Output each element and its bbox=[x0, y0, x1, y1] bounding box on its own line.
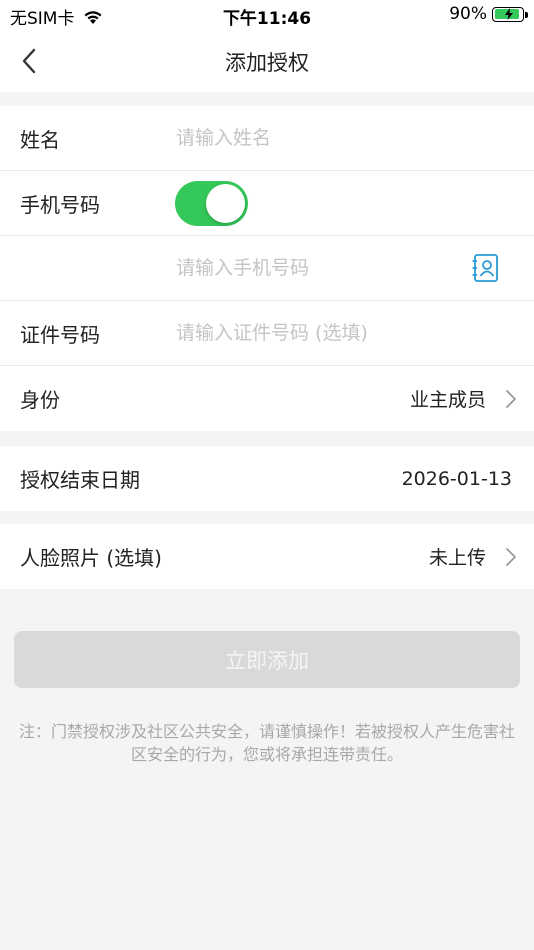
warning-note: 注：门禁授权涉及社区公共安全，请谨慎操作！若被授权人产生危害社区安全的行为，您或… bbox=[18, 722, 515, 764]
charging-bolt-icon bbox=[504, 8, 513, 20]
face-photo-label: 人脸照片 (选填) bbox=[20, 546, 162, 570]
phone-input[interactable] bbox=[176, 248, 474, 288]
chevron-right-icon bbox=[506, 547, 516, 566]
nav-bar: 添加授权 bbox=[0, 30, 534, 92]
status-bar: 无SIM卡 下午11:46 90% bbox=[0, 0, 534, 30]
identity-value: 业主成员 bbox=[409, 389, 486, 411]
battery-level bbox=[494, 8, 519, 20]
chevron-right-icon bbox=[506, 389, 516, 408]
page-title: 添加授权 bbox=[225, 51, 309, 75]
battery-percent: 90% bbox=[449, 4, 487, 24]
face-photo-value: 未上传 bbox=[428, 547, 486, 569]
phone-toggle[interactable] bbox=[175, 180, 248, 226]
battery-icon bbox=[492, 6, 528, 22]
name-label: 姓名 bbox=[20, 127, 60, 152]
identity-row[interactable]: 身份 业主成员 bbox=[0, 366, 534, 431]
contact-card-icon[interactable] bbox=[472, 253, 500, 283]
battery-cap bbox=[525, 11, 528, 18]
face-photo-row[interactable]: 人脸照片 (选填) 未上传 bbox=[0, 524, 534, 589]
end-date-row[interactable]: 授权结束日期 2026-01-13 bbox=[0, 446, 534, 511]
toggle-knob bbox=[206, 183, 245, 223]
form-group-date: 授权结束日期 2026-01-13 bbox=[0, 446, 534, 511]
phone-input-row bbox=[0, 236, 534, 301]
name-row: 姓名 bbox=[0, 106, 534, 171]
id-number-label: 证件号码 bbox=[20, 322, 100, 347]
id-number-row: 证件号码 bbox=[0, 301, 534, 366]
name-input[interactable] bbox=[176, 118, 474, 158]
status-right: 90% bbox=[449, 4, 528, 24]
form-group-person: 姓名 手机号码 证件号码 身份 业主成员 bbox=[0, 106, 534, 431]
phone-row: 手机号码 bbox=[0, 171, 534, 236]
phone-label: 手机号码 bbox=[20, 192, 100, 217]
form-group-face: 人脸照片 (选填) 未上传 bbox=[0, 524, 534, 589]
identity-label: 身份 bbox=[20, 388, 60, 412]
id-number-input[interactable] bbox=[176, 313, 474, 353]
end-date-label: 授权结束日期 bbox=[20, 468, 140, 492]
add-now-button[interactable]: 立即添加 bbox=[14, 631, 520, 688]
end-date-value: 2026-01-13 bbox=[401, 467, 512, 490]
